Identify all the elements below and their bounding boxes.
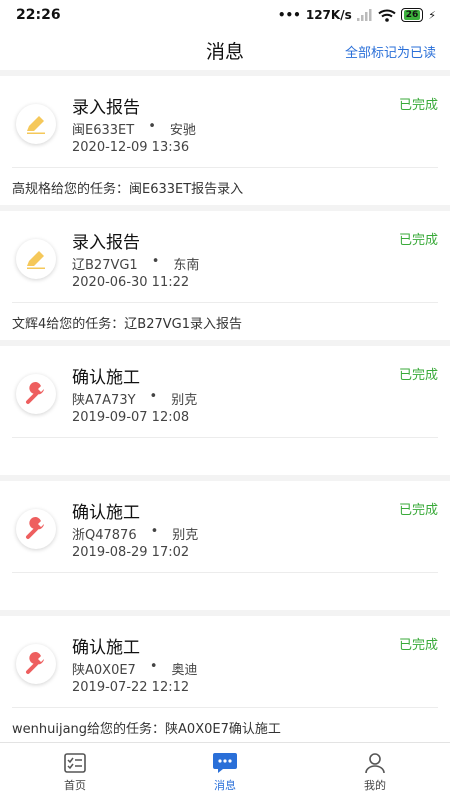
message-time: 2019-09-07 12:08 bbox=[72, 410, 190, 425]
vehicle-info: 浙Q47876 • 别克 bbox=[72, 524, 199, 543]
message-card[interactable]: 录入报告 已完成 闽E633ET • 安驰 2020-12-09 13:36 高规格… bbox=[0, 76, 450, 205]
message-card-header: 确认施工 已完成 浙Q47876 • 别克 2019-08-29 17:02 bbox=[0, 481, 450, 572]
divider bbox=[12, 572, 438, 573]
network-speed: 127K/s bbox=[305, 8, 352, 22]
wrench-icon bbox=[16, 509, 56, 549]
person-icon bbox=[365, 752, 385, 773]
pencil-icon bbox=[16, 239, 56, 279]
message-time: 2020-06-30 11:22 bbox=[72, 275, 190, 290]
car-brand: 别克 bbox=[172, 528, 199, 543]
message-type: 确认施工 bbox=[72, 638, 140, 658]
message-description: wenhuijang给您的任务：陕A0X0E7确认施工 bbox=[12, 722, 281, 737]
message-card-header: 录入报告 已完成 辽B27VG1 • 东南 2020-06-30 11:22 bbox=[0, 211, 450, 302]
signal-icon bbox=[356, 9, 372, 21]
chat-bubble-icon bbox=[213, 752, 237, 773]
message-card[interactable]: 录入报告 已完成 辽B27VG1 • 东南 2020-06-30 11:22 文辉4… bbox=[0, 211, 450, 340]
message-type: 确认施工 bbox=[72, 368, 140, 388]
tab-messages-label: 消息 bbox=[214, 778, 236, 792]
status-badge: 已完成 bbox=[398, 503, 438, 518]
tab-mine-label: 我的 bbox=[364, 778, 386, 792]
charging-icon: ⚡ bbox=[428, 8, 436, 22]
message-time: 2019-08-29 17:02 bbox=[72, 545, 190, 560]
tab-messages[interactable]: 消息 bbox=[150, 743, 300, 800]
message-card[interactable]: 确认施工 已完成 浙Q47876 • 别克 2019-08-29 17:02 bbox=[0, 481, 450, 610]
car-brand: 安驰 bbox=[169, 123, 196, 138]
pencil-icon bbox=[16, 104, 56, 144]
message-type: 录入报告 bbox=[72, 98, 140, 118]
mark-all-read-button[interactable]: 全部标记为已读 bbox=[345, 42, 436, 61]
status-bar: 22:26 ••• 127K/s 26 ⚡ bbox=[0, 0, 450, 30]
message-type: 录入报告 bbox=[72, 233, 140, 253]
status-time: 22:26 bbox=[16, 7, 61, 23]
status-badge: 已完成 bbox=[398, 233, 438, 248]
tab-mine[interactable]: 我的 bbox=[300, 743, 450, 800]
status-badge: 已完成 bbox=[398, 638, 438, 653]
divider bbox=[12, 707, 438, 708]
divider bbox=[12, 437, 438, 438]
message-card[interactable]: 确认施工 已完成 陕A7A73Y • 别克 2019-09-07 12:08 bbox=[0, 346, 450, 475]
divider bbox=[12, 302, 438, 303]
header: 消息 全部标记为已读 bbox=[0, 30, 450, 70]
wifi-icon bbox=[378, 9, 396, 22]
vehicle-info: 陕A7A73Y • 别克 bbox=[72, 389, 198, 408]
wrench-icon bbox=[16, 644, 56, 684]
message-time: 2019-07-22 12:12 bbox=[72, 680, 190, 695]
checklist-icon bbox=[64, 752, 86, 773]
page-title: 消息 bbox=[205, 40, 244, 63]
status-badge: 已完成 bbox=[398, 368, 438, 383]
plate-number: 浙Q47876 bbox=[72, 528, 137, 543]
dots-icon: ••• bbox=[277, 8, 301, 22]
message-list[interactable]: 录入报告 已完成 闽E633ET • 安驰 2020-12-09 13:36 高规格… bbox=[0, 70, 450, 742]
vehicle-info: 陕A0X0E7 • 奥迪 bbox=[72, 659, 198, 678]
plate-number: 闽E633ET bbox=[72, 123, 135, 138]
bottom-tab-bar: 首页 消息 我的 bbox=[0, 742, 450, 800]
car-brand: 东南 bbox=[173, 258, 200, 273]
plate-number: 辽B27VG1 bbox=[72, 258, 138, 273]
status-badge: 已完成 bbox=[398, 98, 438, 113]
message-card-header: 录入报告 已完成 闽E633ET • 安驰 2020-12-09 13:36 bbox=[0, 76, 450, 167]
battery-icon: 26 bbox=[400, 8, 424, 22]
vehicle-info: 闽E633ET • 安驰 bbox=[72, 119, 196, 138]
wrench-icon bbox=[16, 374, 56, 414]
car-brand: 奥迪 bbox=[171, 663, 198, 678]
message-type: 确认施工 bbox=[72, 503, 140, 523]
message-description: 文辉4给您的任务：辽B27VG1录入报告 bbox=[12, 317, 242, 332]
plate-number: 陕A7A73Y bbox=[72, 393, 136, 408]
divider bbox=[12, 167, 438, 168]
message-card[interactable]: 确认施工 已完成 陕A0X0E7 • 奥迪 2019-07-22 12:12 wen… bbox=[0, 616, 450, 742]
tab-home[interactable]: 首页 bbox=[0, 743, 150, 800]
message-card-header: 确认施工 已完成 陕A0X0E7 • 奥迪 2019-07-22 12:12 bbox=[0, 616, 450, 707]
message-card-header: 确认施工 已完成 陕A7A73Y • 别克 2019-09-07 12:08 bbox=[0, 346, 450, 437]
message-description: 高规格给您的任务：闽E633ET报告录入 bbox=[12, 182, 244, 197]
tab-home-label: 首页 bbox=[64, 778, 86, 792]
status-indicators: ••• 127K/s 26 ⚡ bbox=[278, 8, 436, 22]
car-brand: 别克 bbox=[171, 393, 198, 408]
message-time: 2020-12-09 13:36 bbox=[72, 140, 190, 155]
vehicle-info: 辽B27VG1 • 东南 bbox=[72, 254, 200, 273]
plate-number: 陕A0X0E7 bbox=[72, 663, 136, 678]
